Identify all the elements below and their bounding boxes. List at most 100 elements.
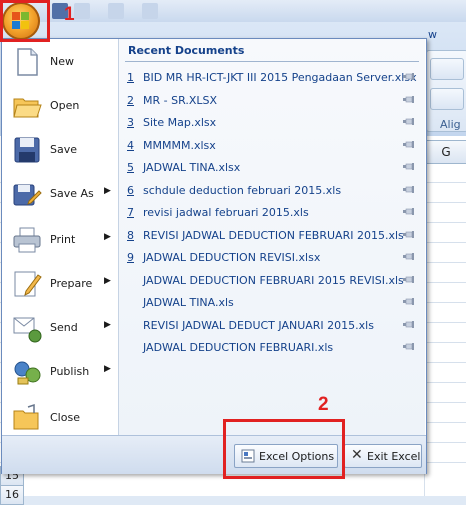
recent-document-number: 7 (127, 206, 134, 219)
recent-document-item[interactable]: 5 JADWAL TINA.xlsx (125, 157, 415, 177)
recent-document-number: 9 (127, 251, 134, 264)
recent-document-number: 8 (127, 228, 134, 242)
recent-document-number: 4 (127, 138, 134, 152)
menu-item-prepare-label: Prepare (50, 277, 93, 290)
recent-document-name: REVISI JADWAL DEDUCTION FEBRUARI 2015.xl… (143, 228, 404, 242)
recent-document-name: Site Map.xlsx (143, 116, 217, 129)
ribbon-tab-view[interactable]: w (428, 28, 437, 41)
menu-item-open-label: Open (50, 99, 80, 112)
menu-item-print[interactable]: Print ▶ (6, 219, 116, 261)
pin-icon[interactable] (403, 73, 415, 80)
recent-document-name: schdule deduction februari 2015.xls (143, 183, 342, 197)
recent-document-item[interactable]: 6 schdule deduction februari 2015.xls (125, 180, 415, 200)
quick-access-undo-icon[interactable] (74, 3, 90, 19)
menu-footer: Excel Options ✕ Exit Excel (2, 435, 426, 474)
recent-document-item[interactable]: 1 BID MR HR-ICT-JKT III 2015 Pengadaan Se… (125, 67, 417, 87)
pin-icon[interactable] (403, 185, 415, 193)
row-header-16[interactable]: 16 (0, 485, 24, 505)
recent-document-number: 3 (127, 116, 134, 129)
recent-document-item[interactable]: JADWAL DEDUCTION FEBRUARI.xls (125, 337, 415, 357)
ribbon-group-label: Alig (440, 118, 461, 131)
recent-documents-title: Recent Documents (128, 44, 245, 57)
ribbon-button-orientation[interactable] (430, 58, 464, 80)
office-menu: New Open Save Save As ▶ Print ▶ Prepare … (1, 38, 427, 474)
recent-document-number: 6 (127, 183, 134, 197)
pin-icon[interactable] (403, 275, 415, 283)
recent-document-number: 1 (127, 71, 134, 84)
new-document-icon (17, 48, 38, 76)
column-header-g[interactable]: G (424, 140, 466, 164)
recent-document-name: JADWAL DEDUCTION FEBRUARI 2015 REVISI.xl… (143, 273, 404, 287)
pin-icon[interactable] (403, 320, 415, 328)
menu-item-save[interactable]: Save (6, 129, 116, 171)
pin-icon[interactable] (403, 253, 415, 260)
send-mail-icon (13, 317, 42, 343)
menu-commands: New Open Save Save As ▶ Print ▶ Prepare … (2, 39, 118, 435)
menu-item-prepare[interactable]: Prepare ▶ (6, 263, 116, 305)
menu-item-publish[interactable]: Publish ▶ (6, 351, 116, 393)
recent-document-name: JADWAL TINA.xls (143, 296, 234, 309)
pin-icon[interactable] (403, 140, 415, 148)
recent-document-item[interactable]: JADWAL DEDUCTION FEBRUARI 2015 REVISI.xl… (125, 270, 415, 290)
recent-documents-panel: Recent Documents 1 BID MR HR-ICT-JKT III … (118, 39, 425, 435)
callout-box-excel-options (223, 419, 345, 479)
exit-excel-button[interactable]: ✕ Exit Excel (344, 444, 422, 468)
open-folder-icon (13, 98, 42, 118)
recent-document-name: revisi jadwal februari 2015.xls (143, 206, 309, 219)
pin-icon[interactable] (403, 118, 415, 125)
pin-icon[interactable] (403, 343, 415, 350)
recent-document-name: JADWAL DEDUCTION REVISI.xlsx (143, 251, 321, 264)
prepare-pencil-icon (14, 271, 42, 297)
recent-document-item[interactable]: REVISI JADWAL DEDUCT JANUARI 2015.xls (125, 315, 415, 335)
menu-item-send[interactable]: Send ▶ (6, 307, 116, 349)
ribbon-button-align[interactable] (430, 88, 464, 110)
menu-item-new[interactable]: New (6, 41, 116, 83)
menu-item-close[interactable]: Close (6, 397, 116, 439)
recent-document-name: MMMMM.xlsx (143, 138, 216, 152)
callout-number-1: 1 (64, 4, 75, 25)
pin-icon[interactable] (403, 208, 415, 215)
menu-item-print-label: Print (50, 233, 76, 246)
recent-document-item[interactable]: 3 Site Map.xlsx (125, 112, 415, 132)
submenu-arrow-icon: ▶ (104, 364, 111, 374)
menu-item-close-label: Close (50, 411, 80, 424)
quick-access-customize-icon[interactable] (142, 3, 158, 19)
submenu-arrow-icon: ▶ (104, 320, 111, 330)
pin-icon[interactable] (403, 163, 415, 170)
recent-document-name: JADWAL TINA.xlsx (143, 161, 241, 174)
recent-document-name: JADWAL DEDUCTION FEBRUARI.xls (143, 341, 334, 354)
recent-document-name: BID MR HR-ICT-JKT III 2015 Pengadaan Ser… (143, 71, 417, 84)
quick-access-redo-icon[interactable] (108, 3, 124, 19)
recent-documents-divider (125, 61, 419, 62)
exit-x-icon: ✕ (351, 447, 363, 463)
recent-document-number: 5 (127, 161, 134, 174)
recent-document-number: 2 (127, 93, 134, 107)
recent-document-item[interactable]: 9 JADWAL DEDUCTION REVISI.xlsx (125, 247, 415, 267)
menu-item-publish-label: Publish (50, 365, 90, 378)
recent-document-item[interactable]: 4 MMMMM.xlsx (125, 135, 415, 155)
callout-box-office-button (0, 0, 50, 42)
save-as-icon (13, 184, 42, 206)
exit-excel-label: Exit Excel (367, 450, 421, 463)
floppy-disk-icon (14, 137, 40, 163)
recent-document-name: MR - SR.XLSX (143, 93, 218, 107)
close-folder-icon (13, 403, 39, 430)
recent-document-item[interactable]: 7 revisi jadwal februari 2015.xls (125, 202, 415, 222)
menu-item-save-as[interactable]: Save As ▶ (6, 173, 116, 215)
recent-document-item[interactable]: JADWAL TINA.xls (125, 292, 415, 312)
pin-icon[interactable] (403, 230, 415, 238)
menu-item-save-label: Save (50, 143, 78, 156)
submenu-arrow-icon: ▶ (104, 232, 111, 242)
pin-icon[interactable] (403, 298, 415, 305)
recent-document-item[interactable]: 8 REVISI JADWAL DEDUCTION FEBRUARI 2015.x… (125, 225, 415, 245)
menu-item-new-label: New (50, 55, 74, 68)
recent-document-item[interactable]: 2 MR - SR.XLSX (125, 90, 415, 110)
menu-item-send-label: Send (50, 321, 78, 334)
submenu-arrow-icon: ▶ (104, 276, 111, 286)
callout-number-2: 2 (318, 394, 329, 415)
submenu-arrow-icon: ▶ (104, 186, 111, 196)
printer-icon (13, 227, 41, 253)
menu-item-open[interactable]: Open (6, 85, 116, 127)
pin-icon[interactable] (403, 95, 415, 103)
recent-document-name: REVISI JADWAL DEDUCT JANUARI 2015.xls (143, 318, 374, 332)
